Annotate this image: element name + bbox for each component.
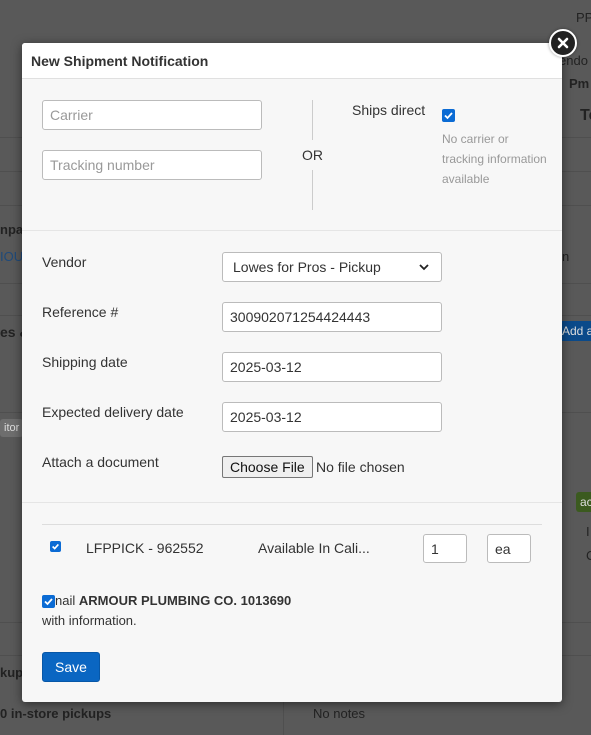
or-label: OR	[302, 147, 323, 163]
section-divider	[22, 230, 562, 231]
bg-text: PP	[576, 10, 591, 25]
choose-file-button[interactable]: Choose File	[222, 456, 313, 478]
line-item-checkbox[interactable]	[50, 541, 61, 552]
bg-text: npa	[0, 222, 24, 237]
ships-direct-note-line: available	[442, 172, 490, 186]
delivery-date-input[interactable]	[222, 402, 442, 432]
vendor-select[interactable]: Lowes for Pros - Pickup	[222, 252, 442, 282]
bg-text: I	[586, 524, 590, 539]
bg-badge: ac	[576, 492, 591, 512]
modal-header: New Shipment Notification	[22, 43, 562, 79]
ships-direct-note-line: tracking information	[442, 152, 547, 166]
bg-button: Add a	[558, 321, 591, 341]
email-vendor-checkbox[interactable]	[42, 595, 55, 608]
email-prefix: nail	[55, 593, 76, 608]
email-notice-line: nail ARMOUR PLUMBING CO. 1013690	[55, 593, 291, 608]
close-button[interactable]	[549, 29, 577, 57]
ships-direct-note-line: No carrier or	[442, 132, 509, 146]
section-divider	[22, 502, 562, 503]
line-item-availability: Available In Cali...	[258, 540, 370, 556]
ships-direct-label: Ships direct	[352, 102, 426, 118]
bg-text: 0 in-store pickups	[0, 706, 112, 721]
tracking-number-input[interactable]	[42, 150, 262, 180]
bg-divider	[283, 700, 284, 735]
bg-text: No notes	[313, 706, 366, 721]
email-recipient: ARMOUR PLUMBING CO. 1013690	[78, 593, 292, 608]
or-divider-top	[312, 100, 313, 140]
vendor-label: Vendor	[42, 254, 87, 270]
reference-label: Reference #	[42, 304, 119, 320]
bg-badge: itor	[0, 419, 24, 437]
check-icon	[44, 598, 53, 606]
reference-input[interactable]	[222, 302, 442, 332]
bg-text: IOU	[0, 249, 24, 264]
bg-text: Pm	[569, 76, 590, 91]
ships-direct-note: No carrier or tracking information avail…	[442, 129, 547, 189]
no-file-label: No file chosen	[316, 459, 405, 475]
bg-text: kup	[0, 665, 24, 680]
shipping-date-input[interactable]	[222, 352, 442, 382]
ships-direct-checkbox[interactable]	[442, 109, 455, 122]
delivery-date-label: Expected delivery date	[42, 404, 184, 420]
email-suffix: with information.	[42, 613, 137, 628]
unit-input[interactable]	[487, 534, 531, 563]
or-divider-bottom	[312, 170, 313, 210]
check-icon	[52, 543, 59, 550]
shipment-notification-modal: New Shipment Notification OR Ships direc…	[22, 43, 562, 702]
quantity-input[interactable]	[423, 534, 467, 563]
line-item-sku: LFPPICK - 962552	[86, 540, 204, 556]
save-button[interactable]: Save	[42, 652, 100, 682]
bg-text: Te	[580, 107, 591, 124]
bg-text: n	[562, 249, 570, 264]
modal-title: New Shipment Notification	[31, 53, 209, 69]
carrier-input[interactable]	[42, 100, 262, 130]
attach-document-label: Attach a document	[42, 454, 159, 470]
chevron-down-icon	[419, 264, 429, 271]
vendor-selected-value: Lowes for Pros - Pickup	[233, 259, 381, 275]
check-icon	[444, 112, 453, 120]
bg-text: C	[586, 548, 591, 563]
shipping-date-label: Shipping date	[42, 354, 128, 370]
line-item-divider	[42, 524, 542, 525]
close-icon	[557, 37, 569, 49]
